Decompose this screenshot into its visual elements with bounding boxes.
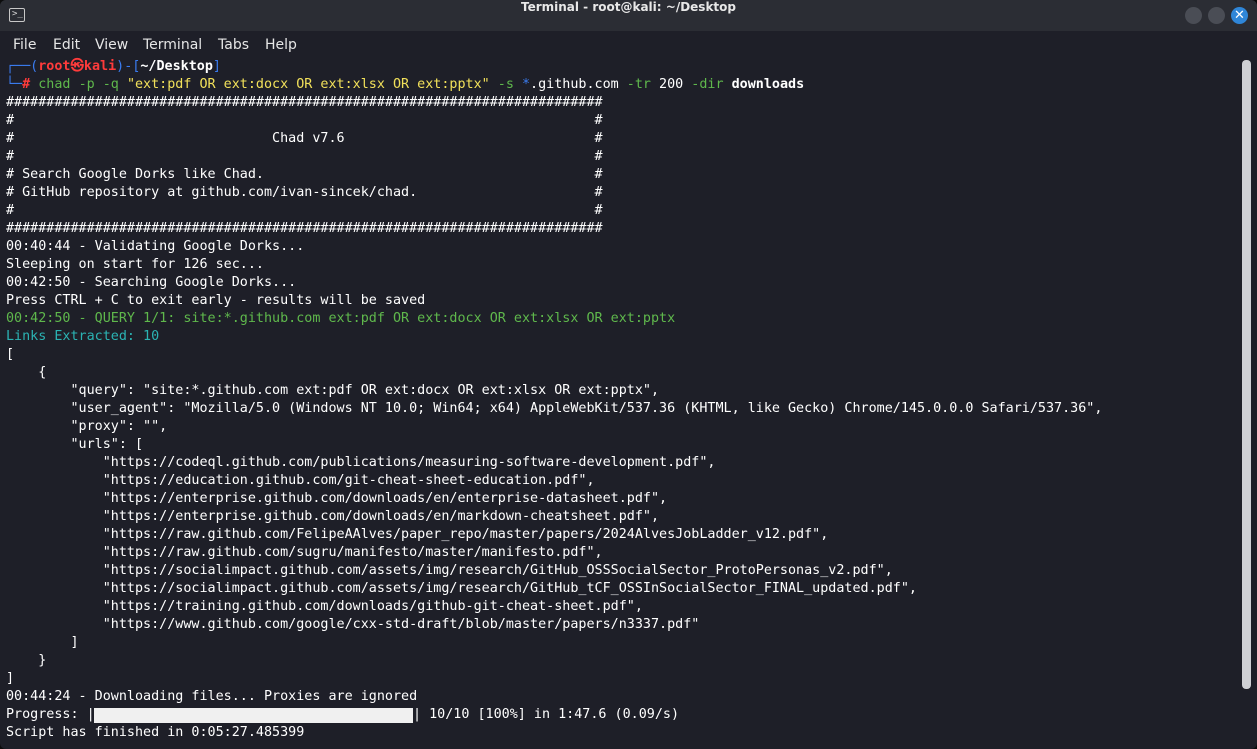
banner-line: # GitHub repository at github.com/ivan-s… <box>6 185 603 200</box>
minimize-button[interactable] <box>1185 7 1202 24</box>
json-line: [ <box>6 347 15 362</box>
log-line: Sleeping on start for 126 sec... <box>6 257 264 272</box>
json-url-line: "https://raw.github.com/sugru/manifesto/… <box>6 545 603 560</box>
json-url-line: "https://enterprise.github.com/downloads… <box>6 491 668 506</box>
json-url-line: "https://raw.github.com/FelipeAAlves/pap… <box>6 527 829 542</box>
json-url-line: "https://training.github.com/downloads/g… <box>6 599 643 614</box>
query-line: 00:42:50 - QUERY 1/1: site:*.github.com … <box>6 311 676 326</box>
log-line: 00:42:50 - Searching Google Dorks... <box>6 275 297 290</box>
json-line: "urls": [ <box>6 437 144 452</box>
banner-line: ########################################… <box>6 95 603 110</box>
json-url-line: "https://codeql.github.com/publications/… <box>6 455 716 470</box>
banner-line: ########################################… <box>6 221 603 236</box>
json-url-line: "https://www.github.com/google/cxx-std-d… <box>6 617 700 632</box>
menu-help[interactable]: Help <box>265 37 297 53</box>
close-button[interactable]: ✕ <box>1231 7 1248 24</box>
title-bar[interactable]: >_ Terminal - root@kali: ~/Desktop ✕ <box>0 0 1257 31</box>
banner-line: # Chad v7.6 # <box>6 131 603 146</box>
json-url-line: "https://socialimpact.github.com/assets/… <box>6 581 917 596</box>
json-line: } <box>6 653 47 668</box>
prompt-line-1: ┌──(root㉿kali)-[~/Desktop] <box>6 59 221 74</box>
menu-terminal[interactable]: Terminal <box>143 37 202 53</box>
progress-stats: | 10/10 [100%] in 1:47.6 (0.09/s) <box>413 707 680 722</box>
banner-line: # Search Google Dorks like Chad. # <box>6 167 603 182</box>
json-line: "user_agent": "Mozilla/5.0 (Windows NT 1… <box>6 401 1103 416</box>
window-title: Terminal - root@kali: ~/Desktop <box>520 0 736 14</box>
download-line: 00:44:24 - Downloading files... Proxies … <box>6 689 418 704</box>
menu-edit[interactable]: Edit <box>53 37 80 53</box>
json-line: "proxy": "", <box>6 419 168 434</box>
links-extracted-line: Links Extracted: 10 <box>6 329 160 344</box>
progress-bar-fill <box>94 708 413 723</box>
json-line: { <box>6 365 47 380</box>
json-line: ] <box>6 671 15 686</box>
json-line: "query": "site:*.github.com ext:pdf OR e… <box>6 383 660 398</box>
menu-file[interactable]: File <box>13 37 36 53</box>
log-line: 00:40:44 - Validating Google Dorks... <box>6 239 305 254</box>
log-line: Press CTRL + C to exit early - results w… <box>6 293 426 308</box>
terminal-window: >_ Terminal - root@kali: ~/Desktop ✕ Fil… <box>0 0 1257 749</box>
json-line: ] <box>6 635 79 650</box>
scrollbar[interactable] <box>1242 60 1251 689</box>
menu-tabs[interactable]: Tabs <box>218 37 249 53</box>
maximize-button[interactable] <box>1208 7 1225 24</box>
banner-line: # # <box>6 203 603 218</box>
json-url-line: "https://education.github.com/git-cheat-… <box>6 473 595 488</box>
banner-line: # # <box>6 113 603 128</box>
menu-bar: File Edit View Terminal Tabs Help <box>0 31 1257 58</box>
terminal-output[interactable]: ┌──(root㉿kali)-[~/Desktop] └─# chad -p -… <box>0 58 1257 749</box>
banner-line: # # <box>6 149 603 164</box>
json-url-line: "https://enterprise.github.com/downloads… <box>6 509 660 524</box>
finish-line: Script has finished in 0:05:27.485399 <box>6 725 305 740</box>
progress-label: Progress: | <box>6 707 95 722</box>
prompt-line-2: └─# chad -p -q "ext:pdf OR ext:docx OR e… <box>6 77 805 92</box>
json-url-line: "https://socialimpact.github.com/assets/… <box>6 563 893 578</box>
menu-view[interactable]: View <box>95 37 128 53</box>
